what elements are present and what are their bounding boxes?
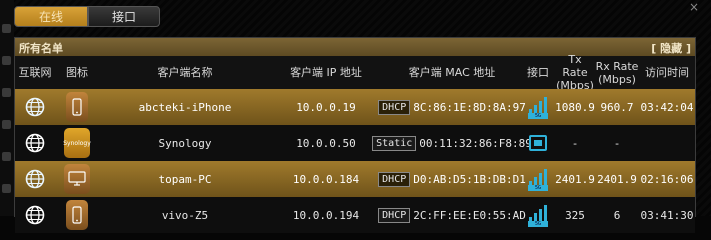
client-name[interactable]: vivo-Z5 [99, 197, 271, 233]
internet-globe-icon[interactable] [15, 89, 55, 125]
tab-online[interactable]: 在线 [14, 6, 88, 27]
access-time: 03:41:30 [640, 208, 694, 222]
client-mac: D0:AB:D5:1B:DB:D1 [413, 172, 526, 186]
client-list-panel: 所有名单 [ 隐藏 ] 互联网 图标 客户端名称 客户端 IP 地址 客户端 M… [14, 37, 696, 233]
ip-type-badge: DHCP [378, 99, 411, 115]
access-time: 03:42:04 [640, 100, 694, 114]
client-mac: 8C:86:1E:8D:8A:97 [413, 100, 526, 114]
rx-rate: 960.7 [600, 100, 634, 114]
table-row[interactable]: topam-PC 10.0.0.184 DHCP D0:AB:D5:1B:DB:… [15, 161, 695, 197]
rx-rate: 6 [613, 208, 621, 222]
wifi-5g-icon: 5G [527, 167, 549, 191]
col-client-name[interactable]: 客户端名称 [99, 56, 271, 89]
sidebar-icon[interactable] [2, 120, 11, 129]
access-time: 02:16:06 [640, 172, 694, 186]
panel-title: 所有名单 [19, 42, 63, 55]
table-row[interactable]: Synology Synology 10.0.0.50 Static 00:11… [15, 125, 695, 161]
col-client-ip[interactable]: 客户端 IP 地址 [271, 56, 381, 89]
hide-link[interactable]: [ 隐藏 ] [651, 40, 691, 56]
col-internet: 互联网 [18, 66, 52, 79]
col-interface[interactable]: 接口 [523, 56, 553, 89]
tx-rate: - [571, 136, 579, 150]
col-client-mac[interactable]: 客户端 MAC 地址 [381, 56, 523, 89]
sidebar-icon[interactable] [2, 24, 11, 33]
client-ip: 10.0.0.184 [292, 172, 360, 186]
wifi-5g-icon: 5G [527, 203, 549, 227]
wifi-5g-icon: 5G [527, 95, 549, 119]
internet-globe-icon[interactable] [15, 161, 55, 197]
rx-rate: 2401.9 [597, 172, 637, 186]
client-name[interactable]: Synology [99, 125, 271, 161]
client-ip: 10.0.0.194 [292, 208, 360, 222]
client-name[interactable]: abcteki-iPhone [99, 89, 271, 125]
synology-icon[interactable]: Synology [63, 128, 91, 158]
col-icon: 图标 [66, 66, 88, 79]
tx-rate: 325 [565, 208, 585, 222]
tab-interface[interactable]: 接口 [88, 6, 160, 27]
ip-type-badge: Static [372, 135, 417, 151]
access-time [639, 125, 695, 161]
sidebar-icon[interactable] [2, 152, 11, 161]
ip-type-badge: DHCP [378, 207, 411, 223]
internet-globe-icon[interactable] [15, 197, 55, 233]
col-rx-rate[interactable]: Rx Rate (Mbps) [595, 56, 639, 89]
tx-rate: 2401.9 [555, 172, 595, 186]
left-sidebar-strip [0, 0, 14, 216]
sidebar-icon[interactable] [2, 88, 11, 97]
client-mac: 2C:FF:EE:E0:55:AD [413, 208, 526, 222]
ip-type-badge: DHCP [378, 171, 411, 187]
rx-rate: - [613, 136, 621, 150]
client-ip: 10.0.0.19 [296, 100, 356, 114]
table-header: 互联网 图标 客户端名称 客户端 IP 地址 客户端 MAC 地址 接口 Tx … [15, 53, 695, 92]
col-access-time[interactable]: 访问时间 [639, 56, 695, 89]
phone-icon[interactable] [66, 92, 88, 122]
table-row[interactable]: vivo-Z5 10.0.0.194 DHCP 2C:FF:EE:E0:55:A… [15, 197, 695, 233]
pc-icon[interactable] [64, 164, 90, 194]
sidebar-icon[interactable] [2, 184, 11, 193]
client-ip: 10.0.0.50 [296, 136, 356, 150]
col-tx-rate[interactable]: Tx Rate (Mbps) [555, 53, 595, 92]
client-mac: 00:11:32:86:F8:89 [419, 136, 532, 150]
tx-rate: 1080.9 [555, 100, 595, 114]
internet-globe-icon[interactable] [15, 125, 55, 161]
close-icon[interactable]: × [689, 0, 699, 14]
client-name[interactable]: topam-PC [99, 161, 271, 197]
table-row[interactable]: abcteki-iPhone 10.0.0.19 DHCP 8C:86:1E:8… [15, 89, 695, 125]
phone-icon[interactable] [66, 200, 88, 230]
ethernet-icon [529, 135, 547, 151]
sidebar-icon[interactable] [2, 56, 11, 65]
